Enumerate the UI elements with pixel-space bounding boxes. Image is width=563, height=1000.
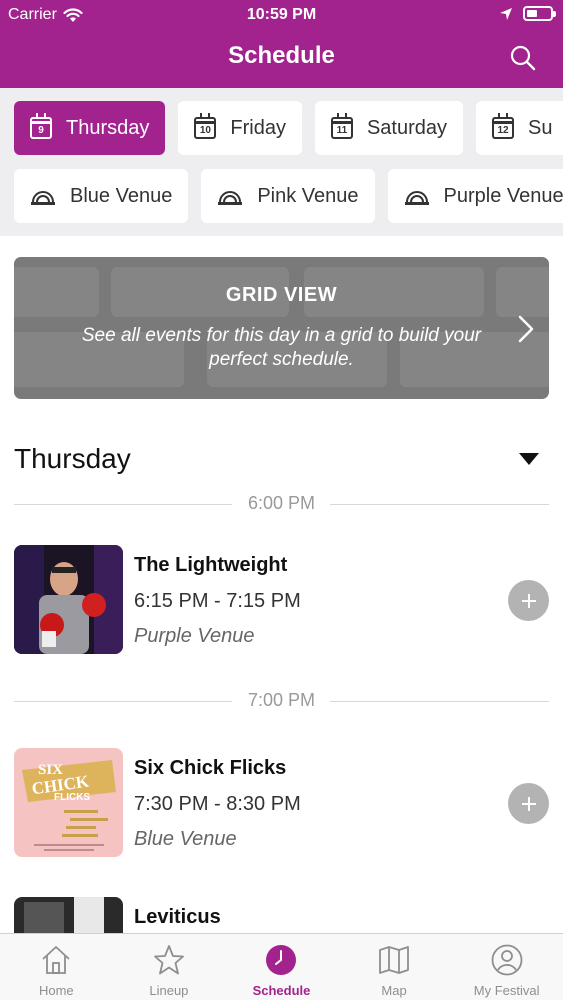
event-venue: Purple Venue	[134, 625, 255, 647]
tab-schedule[interactable]: Schedule	[225, 934, 338, 1000]
stage-icon	[31, 191, 55, 205]
search-icon[interactable]	[509, 44, 537, 72]
day-chip-saturday[interactable]: 11 Saturday	[314, 101, 464, 155]
app-header: Carrier 10:59 PM Schedule	[0, 0, 563, 88]
tab-label: Schedule	[252, 983, 311, 998]
time-separator: 7:00 PM	[14, 689, 549, 713]
grid-view-description: See all events for this day in a grid to…	[81, 325, 482, 370]
tab-label: Map	[381, 983, 407, 998]
battery-fill	[527, 10, 537, 17]
status-bar: Carrier 10:59 PM	[0, 0, 563, 30]
tab-label: Home	[38, 983, 74, 998]
time-label-text: 7:00 PM	[235, 690, 328, 710]
tab-lineup[interactable]: Lineup	[113, 934, 226, 1000]
day-chip-label: Su	[528, 116, 553, 139]
location-arrow-icon	[500, 7, 512, 20]
plus-icon	[521, 796, 536, 811]
stage-icon	[218, 191, 243, 205]
star-icon	[153, 945, 184, 975]
venue-chip-row: Blue Venue Pink Venue Purple Venue	[14, 169, 563, 223]
day-chip-thursday[interactable]: 9 Thursday	[14, 101, 166, 155]
venue-chip-pink[interactable]: Pink Venue	[201, 169, 375, 223]
day-chip-label: Friday	[230, 116, 286, 139]
filter-area: 9 Thursday 10 Friday 11 Saturday 12 Su B…	[0, 88, 563, 236]
event-row[interactable]: SIX CHICK FLICKS Six Chick Flicks 7:30 P…	[0, 748, 563, 860]
day-chip-label: Thursday	[66, 116, 150, 139]
event-time: 6:15 PM - 7:15 PM	[134, 590, 301, 612]
time-separator: 6:00 PM	[14, 492, 549, 516]
caret-down-icon[interactable]	[518, 452, 540, 466]
venue-chip-purple[interactable]: Purple Venue	[387, 169, 563, 223]
tab-home[interactable]: Home	[0, 934, 113, 1000]
grid-view-title: GRID VIEW	[225, 284, 338, 306]
tab-label: My Festival	[473, 983, 540, 998]
tab-bar: Home Lineup Schedule Map My Festival	[0, 933, 563, 1000]
status-right	[499, 6, 556, 21]
day-section-title: Thursday	[14, 443, 131, 474]
plus-icon	[521, 593, 536, 608]
event-poster-six-chick-flicks: SIX CHICK FLICKS	[14, 748, 123, 857]
add-event-button[interactable]	[508, 580, 549, 621]
event-row[interactable]: The Lightweight 6:15 PM - 7:15 PM Purple…	[0, 545, 563, 657]
event-title: The Lightweight	[134, 554, 288, 576]
event-time: 7:30 PM - 8:30 PM	[134, 793, 301, 815]
add-event-button[interactable]	[508, 783, 549, 824]
battery-icon	[523, 6, 556, 21]
time-label: 6:00 PM	[14, 493, 549, 514]
day-chip-friday[interactable]: 10 Friday	[178, 101, 302, 155]
stage-icon	[404, 191, 429, 205]
home-icon	[42, 946, 70, 974]
tab-map[interactable]: Map	[338, 934, 451, 1000]
time-label: 7:00 PM	[14, 690, 549, 711]
event-title: Six Chick Flicks	[134, 757, 287, 779]
calendar-icon: 11	[330, 113, 353, 139]
user-icon	[491, 944, 523, 976]
time-label-text: 6:00 PM	[235, 493, 328, 513]
tab-my-festival[interactable]: My Festival	[450, 934, 563, 1000]
page-title: Schedule	[228, 42, 335, 69]
grid-view-banner[interactable]: GRID VIEW See all events for this day in…	[14, 257, 549, 399]
poster-text: FLICKS	[54, 792, 90, 803]
venue-chip-label: Purple Venue	[443, 184, 563, 207]
venue-chip-blue[interactable]: Blue Venue	[14, 169, 189, 223]
day-chip-row: 9 Thursday 10 Friday 11 Saturday 12 Su	[14, 101, 563, 155]
event-thumbnail: SIX CHICK FLICKS	[14, 748, 123, 857]
day-chip-sunday[interactable]: 12 Su	[476, 101, 563, 155]
clock-icon	[266, 945, 297, 975]
calendar-icon: 9	[30, 113, 52, 139]
map-icon	[379, 946, 409, 974]
event-title: Leviticus	[134, 906, 221, 928]
status-time: 10:59 PM	[246, 6, 317, 23]
venue-chip-label: Blue Venue	[70, 184, 173, 207]
tab-label: Lineup	[149, 983, 189, 998]
calendar-icon: 10	[194, 113, 217, 139]
day-chip-label: Saturday	[366, 116, 448, 139]
event-venue: Blue Venue	[134, 828, 237, 850]
venue-chip-label: Pink Venue	[257, 184, 359, 207]
event-photo-boxer	[14, 545, 123, 654]
event-thumbnail	[14, 545, 123, 654]
chevron-right-icon	[518, 315, 534, 343]
calendar-icon: 12	[492, 113, 515, 139]
